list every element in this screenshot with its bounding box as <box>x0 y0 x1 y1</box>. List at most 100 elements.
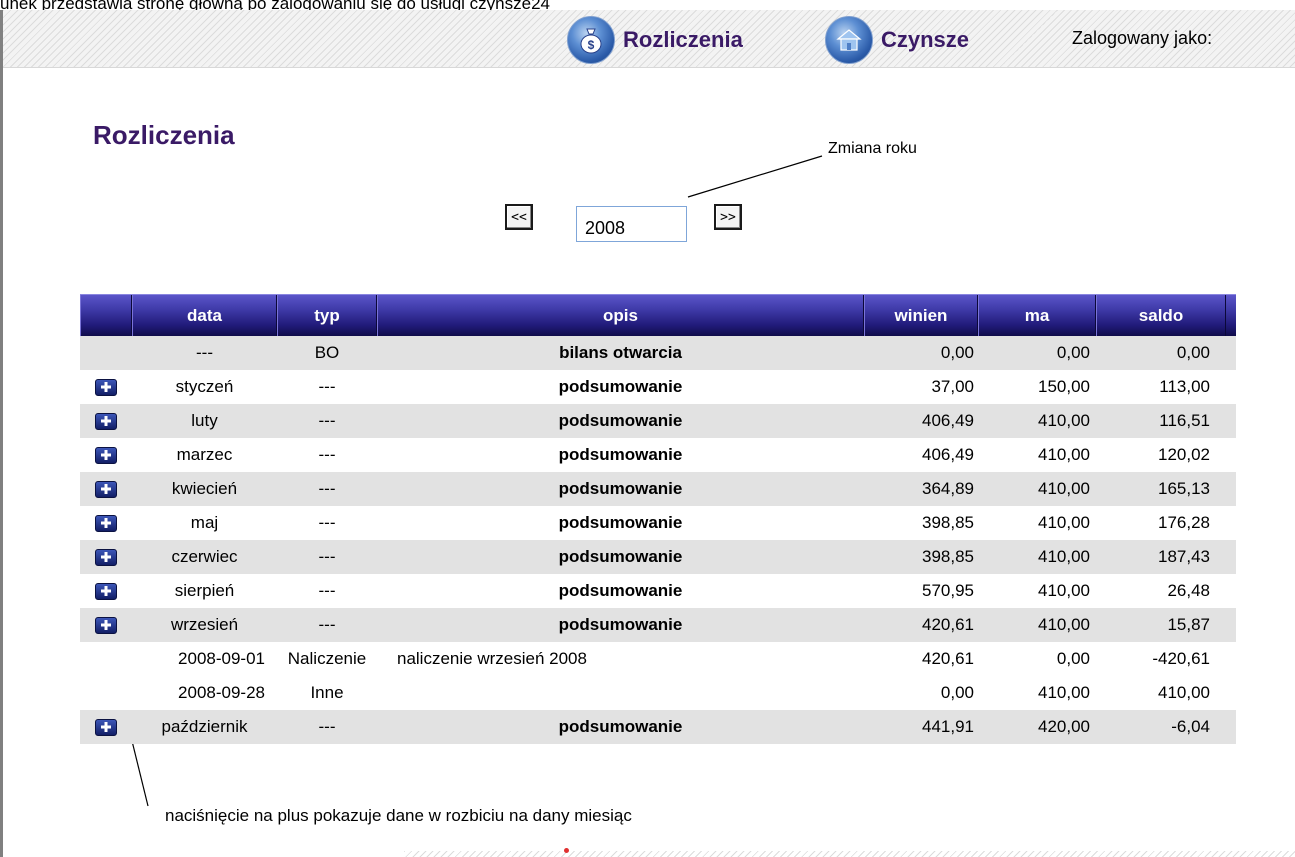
cell-saldo: 120,02 <box>1158 445 1210 464</box>
column-header-winien: winien <box>864 295 978 336</box>
table-row: sierpień --- podsumowanie 570,95 410,00 26,48 <box>80 574 1236 608</box>
cell-typ: --- <box>318 547 336 566</box>
cell-typ: --- <box>318 479 336 498</box>
cell-winien: 398,85 <box>922 547 974 566</box>
cell-saldo: 410,00 <box>1158 683 1210 702</box>
cell-saldo: -420,61 <box>1152 649 1210 668</box>
cell-ma: 0,00 <box>1056 649 1090 668</box>
expand-plus-icon[interactable] <box>95 480 117 498</box>
cell-opis: podsumowanie <box>558 615 683 634</box>
expand-cell <box>80 616 132 634</box>
cell-winien: 398,85 <box>922 513 974 532</box>
expand-plus-icon[interactable] <box>95 616 117 634</box>
expand-plus-icon[interactable] <box>95 718 117 736</box>
cell-winien: 406,49 <box>922 411 974 430</box>
expand-cell <box>80 548 132 566</box>
table-row: październik --- podsumowanie 441,91 420,00 -6… <box>80 710 1236 744</box>
cell-winien: 0,00 <box>940 683 974 702</box>
cell-typ: Naliczenie <box>287 649 367 668</box>
cell-saldo: 165,13 <box>1158 479 1210 498</box>
table-row: kwiecień --- podsumowanie 364,89 410,00 165,1… <box>80 472 1236 506</box>
cell-opis: naliczenie wrzesień 2008 <box>397 649 587 668</box>
column-header-opis: opis <box>377 295 864 336</box>
cell-data: kwiecień <box>171 479 238 498</box>
cell-data: 2008-09-01 <box>178 649 265 668</box>
nav-czynsze[interactable]: Czynsze <box>825 16 969 64</box>
settlements-table: data typ opis winien ma saldo --- BO bilan… <box>80 294 1236 744</box>
cell-typ: BO <box>314 343 340 362</box>
cell-typ: --- <box>318 513 336 532</box>
cell-ma: 150,00 <box>1038 377 1090 396</box>
expand-cell <box>80 582 132 600</box>
expand-plus-icon[interactable] <box>95 412 117 430</box>
expand-cell <box>80 718 132 736</box>
cell-winien: 420,61 <box>922 649 974 668</box>
money-bag-icon: $ <box>567 16 615 64</box>
svg-text:$: $ <box>588 38 595 52</box>
column-header-expand <box>80 295 132 336</box>
cell-typ: Inne <box>310 683 344 702</box>
table-detail-row: 2008-09-01 Naliczenie naliczenie wrzesień … <box>80 642 1236 676</box>
expand-cell <box>80 480 132 498</box>
cell-opis: podsumowanie <box>558 547 683 566</box>
cell-winien: 37,00 <box>931 377 974 396</box>
cell-opis: podsumowanie <box>558 377 683 396</box>
nav-rozliczenia[interactable]: $ Rozliczenia <box>567 16 743 64</box>
expand-cell <box>80 412 132 430</box>
cell-saldo: 176,28 <box>1158 513 1210 532</box>
expand-cell <box>80 446 132 464</box>
nav-rozliczenia-label: Rozliczenia <box>623 27 743 52</box>
cell-data: marzec <box>176 445 233 464</box>
cell-saldo: 116,51 <box>1159 411 1210 430</box>
expand-plus-icon[interactable] <box>95 582 117 600</box>
cell-ma: 0,00 <box>1056 343 1090 362</box>
cell-saldo: 15,87 <box>1167 615 1210 634</box>
table-row: marzec --- podsumowanie 406,49 410,00 120,02 <box>80 438 1236 472</box>
table-row: czerwiec --- podsumowanie 398,85 410,00 187,4… <box>80 540 1236 574</box>
cell-saldo: -6,04 <box>1171 717 1210 736</box>
cell-data: maj <box>190 513 219 532</box>
cell-opis: podsumowanie <box>558 445 683 464</box>
cell-ma: 410,00 <box>1038 547 1090 566</box>
table-row: maj --- podsumowanie 398,85 410,00 176,28 <box>80 506 1236 540</box>
expand-plus-icon[interactable] <box>95 548 117 566</box>
table-row: luty --- podsumowanie 406,49 410,00 116,51 <box>80 404 1236 438</box>
cell-data: październik <box>161 717 248 736</box>
previous-year-button[interactable]: << <box>505 204 533 230</box>
cell-winien: 364,89 <box>922 479 974 498</box>
page-title: Rozliczenia <box>93 120 235 150</box>
expand-plus-icon[interactable] <box>95 446 117 464</box>
table-detail-row: 2008-09-28 Inne 0,00 410,00 410,00 <box>80 676 1236 710</box>
table-row: styczeń --- podsumowanie 37,00 150,00 113,00 <box>80 370 1236 404</box>
expand-plus-icon[interactable] <box>95 378 117 396</box>
cell-ma: 410,00 <box>1038 411 1090 430</box>
table-body: --- BO bilans otwarcia 0,00 0,00 0,00 styczeń -… <box>80 336 1236 744</box>
cell-data: styczeń <box>175 377 234 396</box>
cell-typ: --- <box>318 615 336 634</box>
cell-typ: --- <box>318 445 336 464</box>
column-header-data: data <box>132 295 277 336</box>
expand-plus-icon[interactable] <box>95 514 117 532</box>
expand-cell <box>80 514 132 532</box>
cell-ma: 420,00 <box>1038 717 1090 736</box>
cell-winien: 406,49 <box>922 445 974 464</box>
column-header-saldo: saldo <box>1096 295 1226 336</box>
next-year-button[interactable]: >> <box>714 204 742 230</box>
cell-winien: 570,95 <box>922 581 974 600</box>
logged-in-user: Zalogowany jako: <box>1072 28 1213 48</box>
cell-opis: bilans otwarcia <box>559 343 682 362</box>
column-header-ma: ma <box>978 295 1096 336</box>
cell-saldo: 187,43 <box>1158 547 1210 566</box>
footer-strip <box>404 851 1295 857</box>
nav-czynsze-label: Czynsze <box>881 27 970 52</box>
column-header-typ: typ <box>277 295 377 336</box>
cell-data: 2008-09-28 <box>178 683 265 702</box>
year-input[interactable] <box>576 206 687 242</box>
cell-ma: 410,00 <box>1038 615 1090 634</box>
cell-opis: podsumowanie <box>558 411 683 430</box>
cell-opis: podsumowanie <box>558 717 683 736</box>
table-header: data typ opis winien ma saldo <box>80 294 1236 336</box>
house-icon <box>825 16 873 64</box>
cell-ma: 410,00 <box>1038 479 1090 498</box>
cell-data: czerwiec <box>171 547 238 566</box>
